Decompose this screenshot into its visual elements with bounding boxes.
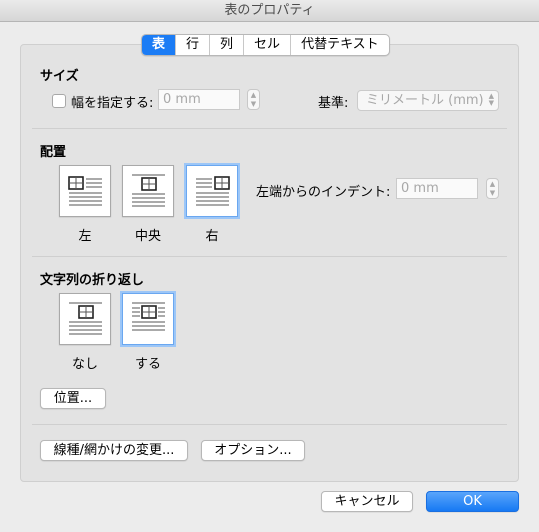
tab-column[interactable]: 列 <box>210 35 245 55</box>
width-input[interactable]: 0 mm <box>158 89 240 110</box>
wrap-around-icon <box>132 302 165 331</box>
tab-bar: 表 行 列 セル 代替テキスト <box>141 34 390 56</box>
indent-input[interactable]: 0 mm <box>396 178 478 199</box>
chevron-updown-icon: ▲ ▼ <box>488 92 494 107</box>
align-center-option[interactable] <box>122 165 174 217</box>
wrap-none-option[interactable] <box>59 293 111 345</box>
tab-table[interactable]: 表 <box>142 35 177 55</box>
size-section-title: サイズ <box>40 69 79 84</box>
table-center-icon <box>132 174 165 207</box>
indent-stepper[interactable]: ▲ ▼ <box>486 178 499 199</box>
cancel-button[interactable]: キャンセル <box>321 491 413 512</box>
align-right-label: 右 <box>205 229 219 244</box>
basis-select[interactable]: ミリメートル (mm) ▲ ▼ <box>357 90 499 111</box>
table-right-icon <box>196 176 230 206</box>
align-left-option[interactable] <box>59 165 111 217</box>
wrap-around-label: する <box>134 357 161 372</box>
position-button[interactable]: 位置... <box>40 388 106 409</box>
wrap-none-icon <box>69 302 102 335</box>
separator <box>32 256 507 257</box>
tab-alt-text[interactable]: 代替テキスト <box>291 35 389 55</box>
align-left-label: 左 <box>78 229 92 244</box>
tab-cell[interactable]: セル <box>244 35 292 55</box>
width-checkbox[interactable] <box>52 94 66 108</box>
indent-label: 左端からのインデント: <box>256 185 391 200</box>
window-title: 表のプロパティ <box>0 0 539 22</box>
width-checkbox-label: 幅を指定する: <box>71 96 154 111</box>
align-right-option[interactable] <box>186 165 238 217</box>
wrap-around-option[interactable] <box>122 293 174 345</box>
alignment-section-title: 配置 <box>40 145 67 160</box>
borders-shading-button[interactable]: 線種/網かけの変更... <box>40 440 188 461</box>
basis-label: 基準: <box>318 96 349 111</box>
width-stepper[interactable]: ▲ ▼ <box>247 89 260 110</box>
table-left-icon <box>68 176 102 206</box>
ok-button[interactable]: OK <box>426 491 519 512</box>
wrapping-section-title: 文字列の折り返し <box>40 273 145 288</box>
tab-row[interactable]: 行 <box>176 35 211 55</box>
wrap-none-label: なし <box>71 357 98 372</box>
basis-select-value: ミリメートル (mm) <box>366 93 484 108</box>
separator <box>32 128 507 129</box>
options-button[interactable]: オプション... <box>201 440 305 461</box>
align-center-label: 中央 <box>134 229 161 244</box>
separator <box>32 424 507 425</box>
